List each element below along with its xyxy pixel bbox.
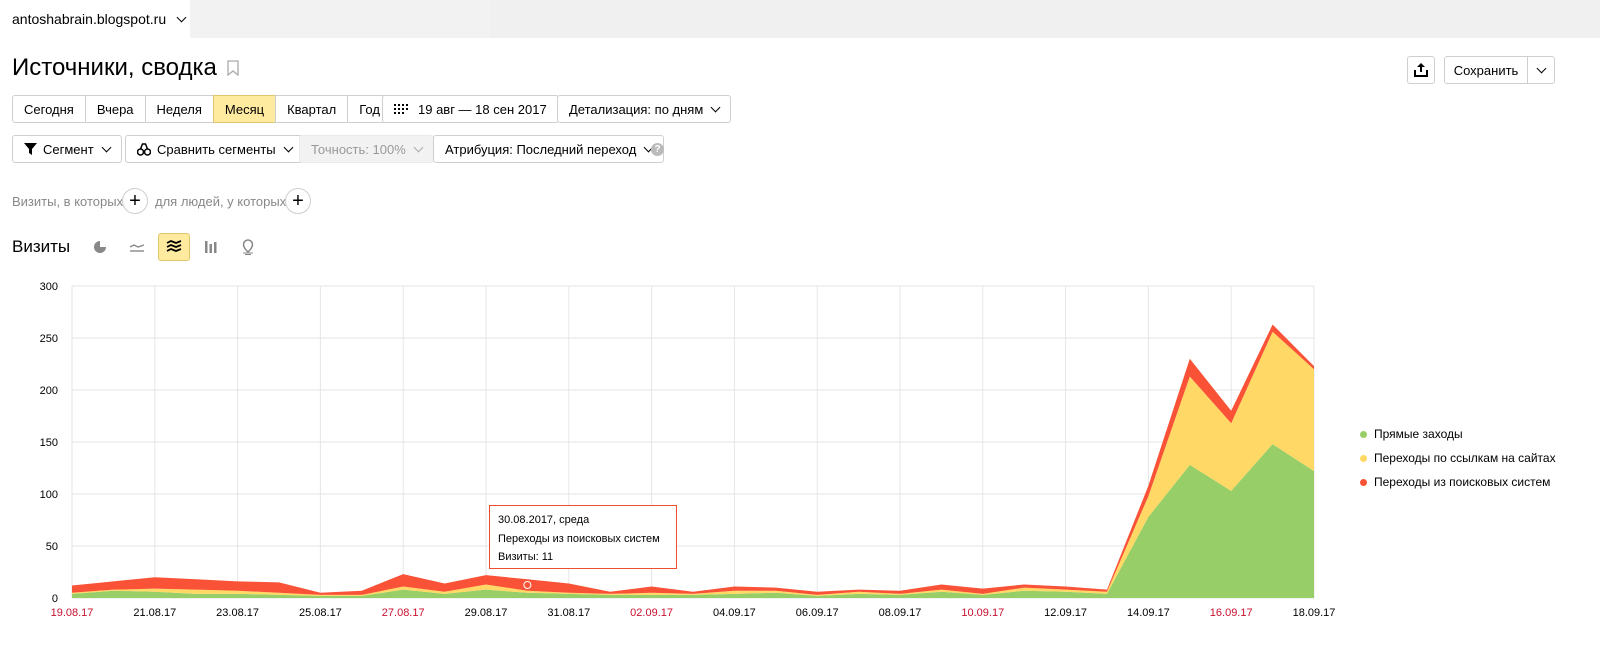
page-title: Источники, сводка <box>12 54 239 82</box>
chevron-down-icon <box>101 142 112 152</box>
save-group: Сохранить <box>1444 56 1555 84</box>
tooltip-date: 30.08.2017, среда <box>498 514 590 526</box>
calendar-icon <box>394 104 408 114</box>
chevron-down-icon <box>283 142 294 152</box>
x-tick-label: 08.09.17 <box>879 607 922 619</box>
period-selector: Сегодня Вчера Неделя Месяц Квартал Год <box>12 95 392 123</box>
line-chart-icon <box>129 244 145 252</box>
people-condition-label: для людей, у которых <box>155 194 287 209</box>
add-people-condition-button[interactable]: + <box>285 188 311 214</box>
legend-dot <box>1360 430 1367 438</box>
plus-icon: + <box>292 190 304 212</box>
hover-point <box>523 581 532 589</box>
chart-type-pie[interactable] <box>84 233 116 261</box>
segment-label: Сегмент <box>43 141 94 157</box>
save-button[interactable]: Сохранить <box>1444 56 1528 84</box>
date-range-label: 19 авг — 18 сен 2017 <box>418 101 547 117</box>
plus-icon: + <box>129 190 141 212</box>
x-tick-label: 10.09.17 <box>961 607 1004 619</box>
detail-dropdown[interactable]: Детализация: по дням <box>557 95 732 123</box>
export-button[interactable] <box>1407 56 1435 84</box>
y-tick-label: 300 <box>40 281 58 293</box>
pie-chart-icon <box>94 241 106 253</box>
top-bar: antoshabrain.blogspot.ru <box>0 0 1600 38</box>
x-tick-label: 06.09.17 <box>796 607 839 619</box>
legend-label: Переходы из поисковых систем <box>1374 475 1551 489</box>
area-series-1 <box>72 331 1314 596</box>
chevron-down-icon <box>1536 63 1546 73</box>
save-menu-button[interactable] <box>1527 56 1555 84</box>
attribution-dropdown[interactable]: Атрибуция: Последний переход <box>433 135 665 163</box>
accuracy-dropdown: Точность: 100% <box>299 135 434 163</box>
chart-tooltip: 30.08.2017, среда Переходы из поисковых … <box>489 505 677 569</box>
accuracy-label: Точность: 100% <box>311 141 406 157</box>
page-title-text: Источники, сводка <box>12 54 217 81</box>
compare-segments-button[interactable]: Сравнить сегменты <box>125 135 304 163</box>
y-tick-label: 150 <box>40 437 58 449</box>
x-tick-label: 02.09.17 <box>630 607 673 619</box>
area-series-0 <box>72 444 1314 598</box>
tooltip-series: Переходы из поисковых систем <box>498 532 660 545</box>
help-icon[interactable]: ? <box>651 143 664 156</box>
x-tick-label: 23.08.17 <box>216 607 259 619</box>
add-visit-condition-button[interactable]: + <box>122 188 148 214</box>
tooltip-value: Визиты: 11 <box>498 551 554 563</box>
compare-icon <box>137 142 151 156</box>
y-tick-label: 250 <box>40 333 58 345</box>
chart-section-title: Визиты <box>12 237 71 256</box>
x-tick-label: 12.09.17 <box>1044 607 1087 619</box>
chevron-down-icon <box>176 12 187 22</box>
chart-type-map[interactable] <box>232 233 264 261</box>
chart-type-area[interactable] <box>158 233 190 261</box>
x-tick-label: 19.08.17 <box>51 607 94 619</box>
period-quarter[interactable]: Квартал <box>275 95 349 123</box>
chevron-down-icon <box>413 142 424 152</box>
legend-label: Переходы по ссылкам на сайтах <box>1374 451 1556 465</box>
legend-item-search[interactable]: Переходы из поисковых систем <box>1360 470 1556 494</box>
site-name: antoshabrain.blogspot.ru <box>12 11 167 27</box>
compare-label: Сравнить сегменты <box>157 141 276 157</box>
bar-chart-icon <box>205 241 217 253</box>
x-tick-label: 27.08.17 <box>382 607 425 619</box>
area-series-2 <box>72 324 1314 595</box>
period-month[interactable]: Месяц <box>212 95 277 123</box>
site-selector[interactable]: antoshabrain.blogspot.ru <box>0 0 190 38</box>
chart-type-bar[interactable] <box>195 233 227 261</box>
x-tick-label: 21.08.17 <box>133 607 176 619</box>
chart-type-switcher <box>84 233 264 261</box>
visits-condition-label: Визиты, в которых <box>12 194 124 209</box>
segment-button[interactable]: Сегмент <box>12 135 122 163</box>
y-tick-label: 100 <box>40 489 58 501</box>
funnel-icon <box>24 143 37 155</box>
y-tick-label: 0 <box>52 593 58 605</box>
period-today[interactable]: Сегодня <box>12 95 86 123</box>
chart-legend: Прямые заходы Переходы по ссылкам на сай… <box>1360 422 1556 494</box>
map-pin-icon <box>242 239 254 255</box>
legend-item-links[interactable]: Переходы по ссылкам на сайтах <box>1360 446 1556 470</box>
top-bar-fill <box>490 0 1600 38</box>
area-chart-icon <box>166 240 182 252</box>
x-tick-label: 18.09.17 <box>1293 607 1336 619</box>
legend-label: Прямые заходы <box>1374 427 1463 441</box>
date-range-button[interactable]: 19 авг — 18 сен 2017 <box>382 95 559 123</box>
chevron-down-icon <box>710 102 721 112</box>
x-tick-label: 16.09.17 <box>1210 607 1253 619</box>
x-tick-label: 29.08.17 <box>465 607 508 619</box>
chart-type-line[interactable] <box>121 233 153 261</box>
attribution-label: Атрибуция: Последний переход <box>445 141 637 157</box>
upload-icon <box>1414 63 1428 77</box>
x-tick-label: 04.09.17 <box>713 607 756 619</box>
x-tick-label: 31.08.17 <box>547 607 590 619</box>
period-week[interactable]: Неделя <box>144 95 214 123</box>
detail-label: Детализация: по дням <box>569 101 704 117</box>
y-tick-label: 200 <box>40 385 58 397</box>
x-tick-label: 25.08.17 <box>299 607 342 619</box>
y-tick-label: 50 <box>46 541 58 553</box>
legend-dot <box>1360 478 1367 486</box>
period-yesterday[interactable]: Вчера <box>84 95 146 123</box>
x-tick-label: 14.09.17 <box>1127 607 1170 619</box>
legend-dot <box>1360 454 1367 462</box>
legend-item-direct[interactable]: Прямые заходы <box>1360 422 1556 446</box>
bookmark-icon[interactable] <box>227 60 239 76</box>
